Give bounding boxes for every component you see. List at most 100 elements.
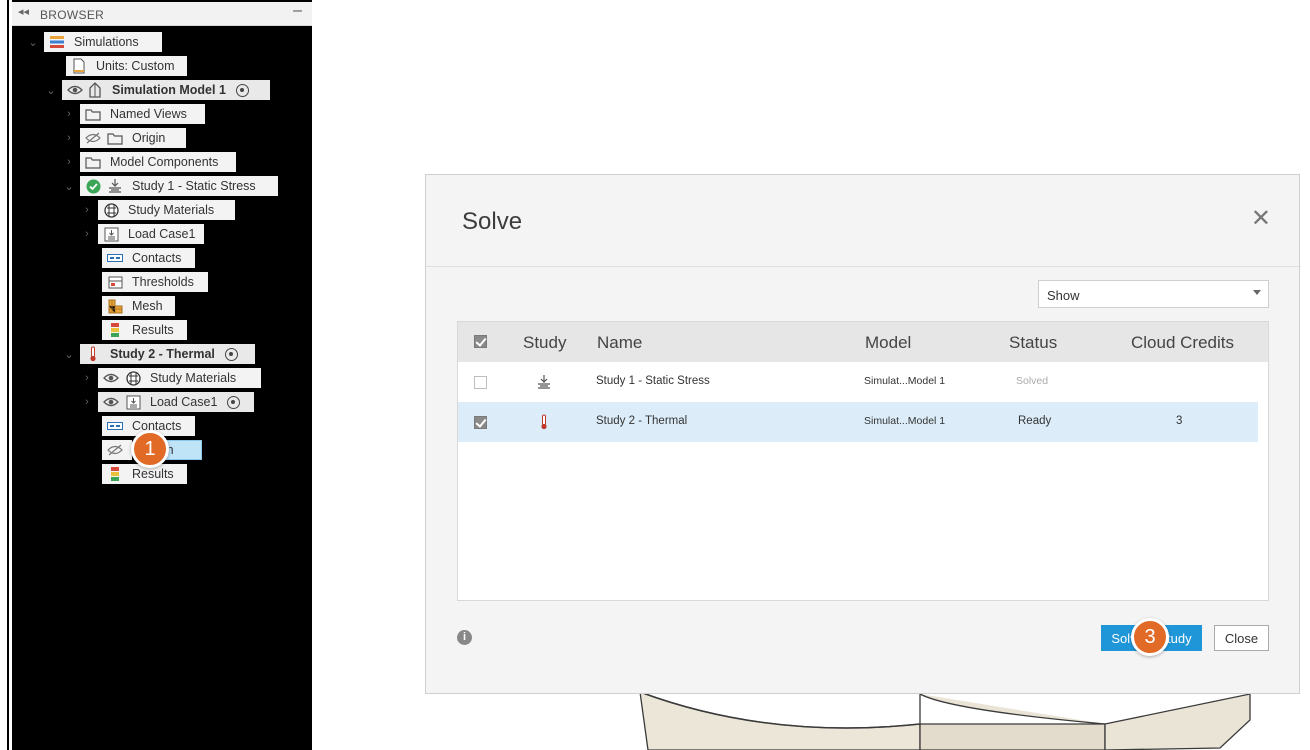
browser-title: BROWSER: [40, 8, 105, 22]
tree-label: Simulations: [74, 35, 139, 49]
row-name: Study 2 - Thermal: [596, 415, 688, 427]
column-status: Status: [1009, 333, 1058, 352]
tree-item-thresholds[interactable]: Thresholds: [102, 272, 208, 292]
caret-down-icon: [1253, 290, 1261, 295]
tree-item-study2-mesh-visibility[interactable]: [102, 440, 132, 460]
eye-hidden-icon[interactable]: [106, 442, 124, 458]
column-model: Model: [865, 333, 912, 352]
step-callout-1: 1: [131, 430, 169, 468]
tree-label: Origin: [132, 131, 166, 145]
table-row[interactable]: Study 2 - Thermal Simulat...Model 1 Read…: [458, 402, 1258, 442]
tree-label: Thresholds: [132, 275, 194, 289]
table-header: Study Name Model Status Cloud Credits: [458, 322, 1268, 362]
row-credits: 3: [1176, 415, 1183, 427]
tree-item-study1-contacts[interactable]: Contacts: [102, 248, 195, 268]
table-row[interactable]: Study 1 - Static Stress Simulat...Model …: [458, 362, 1258, 402]
check-circle-icon: [84, 178, 102, 194]
materials-icon: [102, 202, 120, 218]
tree-label: Simulation Model 1: [112, 83, 226, 97]
thermometer-icon: [539, 414, 549, 435]
close-icon[interactable]: ✕: [1251, 207, 1271, 231]
tree-item-named-views[interactable]: Named Views: [80, 104, 205, 124]
close-button[interactable]: Close: [1214, 625, 1269, 651]
eye-hidden-icon[interactable]: [84, 130, 102, 146]
tree-label: Results: [132, 467, 174, 481]
chevron-right-icon[interactable]: ›: [80, 224, 94, 244]
eye-icon[interactable]: [102, 394, 120, 410]
static-stress-icon: [106, 178, 124, 194]
tree-item-model-components[interactable]: Model Components: [80, 152, 236, 172]
eye-icon[interactable]: [66, 82, 84, 98]
tree-label: Units: Custom: [96, 59, 175, 73]
tree-label: Named Views: [110, 107, 187, 121]
folder-icon: [84, 154, 102, 170]
app-root: ◂◂ BROWSER – ⌄ Simulations Units: Custom…: [0, 0, 1310, 750]
row-status: Solved: [1016, 375, 1049, 387]
select-value: Show: [1047, 288, 1080, 303]
cylinder-shape: [639, 691, 921, 750]
tree-label: Study 1 - Static Stress: [132, 179, 256, 193]
tree-item-study1-results[interactable]: Results: [102, 320, 187, 340]
chevron-down-icon[interactable]: ⌄: [26, 32, 40, 52]
load-case-icon: [124, 394, 142, 410]
dialog-separator: [426, 266, 1301, 267]
tree-item-units[interactable]: Units: Custom: [66, 56, 187, 76]
show-filter-select[interactable]: Show: [1038, 280, 1269, 308]
collapse-panel-icon[interactable]: ◂◂: [18, 5, 29, 18]
load-case-icon: [102, 226, 120, 242]
tree-item-simulation-model[interactable]: Simulation Model 1: [62, 80, 270, 100]
step-callout-3: 3: [1131, 618, 1169, 656]
tree-item-study1-loadcase[interactable]: Load Case1: [98, 224, 204, 244]
left-edge: [0, 0, 12, 750]
tree-label: Study Materials: [128, 203, 215, 217]
document-icon: [70, 58, 88, 74]
chevron-right-icon[interactable]: ›: [80, 392, 94, 412]
row-checkbox[interactable]: [474, 376, 487, 389]
tree-item-study1[interactable]: Study 1 - Static Stress: [80, 176, 278, 196]
chevron-right-icon[interactable]: ›: [62, 152, 76, 172]
static-stress-icon: [536, 374, 552, 395]
column-name: Name: [597, 333, 643, 352]
results-icon: [106, 466, 124, 482]
simulations-icon: [48, 34, 66, 50]
contacts-icon: [106, 418, 124, 434]
tree-item-study1-mesh[interactable]: Mesh: [102, 296, 175, 316]
chevron-down-icon[interactable]: ⌄: [62, 176, 76, 196]
tree-label: Load Case1: [128, 227, 196, 241]
row-model: Simulat...Model 1: [864, 415, 946, 427]
tree-item-origin[interactable]: Origin: [80, 128, 186, 148]
tree-item-study1-materials[interactable]: Study Materials: [98, 200, 235, 220]
tree-label: Load Case1: [150, 395, 218, 409]
tree-label: Study Materials: [150, 371, 237, 385]
thresholds-icon: [106, 274, 124, 290]
eye-icon[interactable]: [102, 370, 120, 386]
chevron-down-icon[interactable]: ⌄: [62, 344, 76, 364]
tree-item-study2-loadcase[interactable]: Load Case1: [98, 392, 254, 412]
folder-icon: [84, 106, 102, 122]
row-checkbox[interactable]: [474, 416, 487, 429]
select-all-checkbox[interactable]: [474, 335, 487, 348]
tree-item-simulations[interactable]: Simulations: [44, 32, 162, 52]
chevron-down-icon[interactable]: ⌄: [44, 80, 58, 100]
activate-radio-icon[interactable]: [235, 83, 249, 97]
info-icon[interactable]: i: [457, 630, 472, 645]
model-icon: [86, 82, 104, 98]
chevron-right-icon[interactable]: ›: [62, 128, 76, 148]
solve-dialog: Solve ✕ Show Study Name Model Status Clo…: [425, 174, 1301, 694]
chevron-right-icon[interactable]: ›: [80, 200, 94, 220]
thermometer-icon: [84, 346, 102, 362]
tree-label: Study 2 - Thermal: [110, 347, 215, 361]
minimize-icon[interactable]: –: [293, 2, 302, 20]
column-cloud-credits: Cloud Credits: [1131, 333, 1234, 352]
folder-icon: [106, 130, 124, 146]
left-edge-line: [7, 0, 9, 750]
tree-label: Contacts: [132, 251, 182, 265]
chevron-right-icon[interactable]: ›: [80, 368, 94, 388]
tree-item-study2[interactable]: Study 2 - Thermal: [80, 344, 255, 364]
row-name: Study 1 - Static Stress: [596, 375, 710, 387]
chevron-right-icon[interactable]: ›: [62, 104, 76, 124]
activate-radio-icon[interactable]: [224, 347, 238, 361]
activate-radio-icon[interactable]: [227, 395, 241, 409]
mesh-icon: [106, 298, 124, 314]
tree-item-study2-materials[interactable]: Study Materials: [98, 368, 261, 388]
